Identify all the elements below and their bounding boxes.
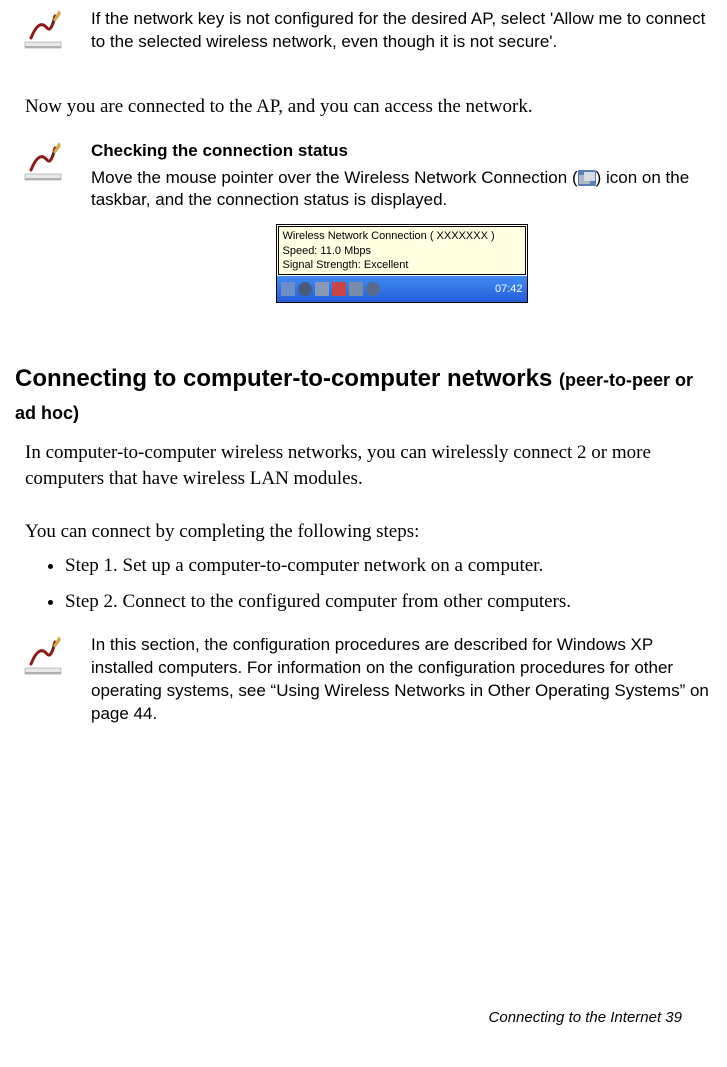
connected-paragraph: Now you are connected to the AP, and you… [25, 94, 712, 120]
note-text: If the network key is not configured for… [91, 8, 712, 54]
page-content: If the network key is not configured for… [15, 8, 712, 1048]
tooltip-line3: Signal Strength: Excellent [283, 258, 521, 272]
pencil-note-icon [21, 8, 75, 59]
intro-paragraph: In computer-to-computer wireless network… [25, 440, 712, 491]
tooltip-line1: Wireless Network Connection ( XXXXXXX ) [283, 229, 521, 243]
note-network-key: If the network key is not configured for… [15, 8, 712, 59]
note-body: Move the mouse pointer over the Wireless… [91, 167, 712, 213]
note-windows-xp: In this section, the configuration proce… [15, 634, 712, 726]
note-body-before: Move the mouse pointer over the Wireless… [91, 168, 578, 187]
note-text: Checking the connection status Move the … [91, 140, 712, 304]
tray-icon [366, 282, 380, 296]
tray-icon [315, 282, 329, 296]
wireless-icon [578, 170, 596, 186]
note-connection-status: Checking the connection status Move the … [15, 140, 712, 304]
note-text: In this section, the configuration proce… [91, 634, 712, 726]
list-item: Step 1. Set up a computer-to-computer ne… [65, 553, 712, 579]
taskbar-clock: 07:42 [495, 282, 523, 297]
note-title: Checking the connection status [91, 140, 712, 163]
page-footer: Connecting to the Internet 39 [489, 1008, 682, 1028]
heading-main: Connecting to computer-to-computer netwo… [15, 365, 559, 392]
tray-icon [281, 282, 295, 296]
tooltip-box: Wireless Network Connection ( XXXXXXX ) … [278, 226, 526, 275]
tray-icon [332, 282, 346, 296]
tray-icons [281, 282, 380, 296]
steps-intro: You can connect by completing the follow… [25, 519, 712, 545]
list-item: Step 2. Connect to the configured comput… [65, 589, 712, 615]
tooltip-screenshot: Wireless Network Connection ( XXXXXXX ) … [276, 224, 528, 303]
pencil-note-icon [21, 140, 75, 191]
tray-icon [349, 282, 363, 296]
steps-list: Step 1. Set up a computer-to-computer ne… [45, 553, 712, 614]
tooltip-line2: Speed: 11.0 Mbps [283, 244, 521, 258]
section-heading: Connecting to computer-to-computer netwo… [15, 363, 712, 428]
taskbar: 07:42 [277, 276, 527, 302]
tray-icon [298, 282, 312, 296]
pencil-note-icon [21, 634, 75, 685]
